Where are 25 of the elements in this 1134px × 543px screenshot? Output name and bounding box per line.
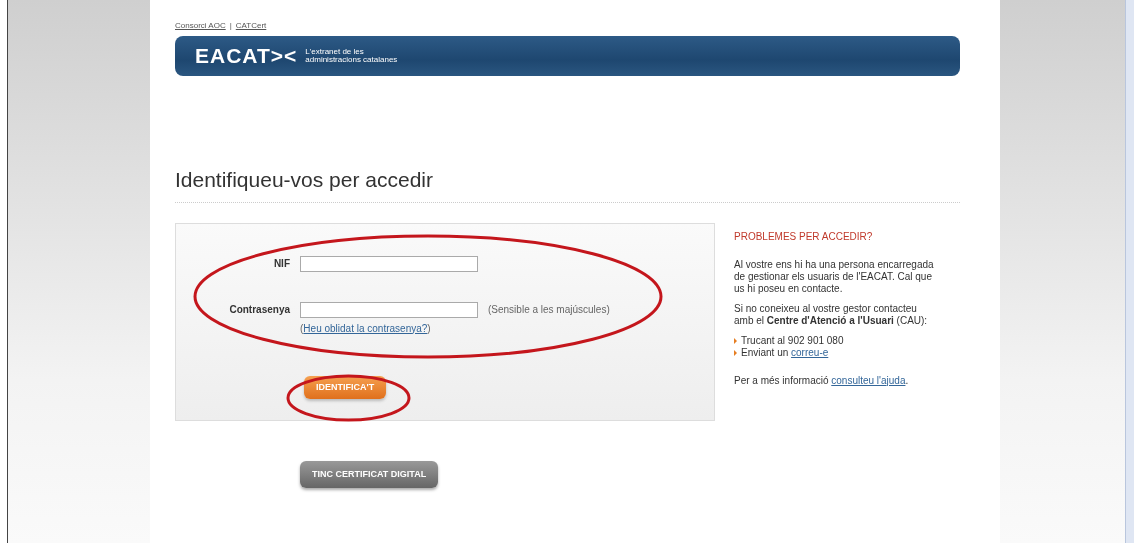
input-field[interactable] [300, 301, 478, 318]
logo: EACAT>< [195, 43, 298, 70]
field-label: NIF [272, 257, 290, 271]
help-paragraph: Si no coneixeu al vostre gestor contacteu amb el Centre d'Atenció a l'Usuari (CAU): [734, 302, 929, 327]
tagline: L'extranet de les [305, 48, 365, 56]
help-paragraph: Al vostre ens hi ha una persona encarregada de gestionar els usuaris de l'EACAT. Cal que us hi poseu en contacte. [734, 258, 935, 295]
certificate-button[interactable]: TINC CERTIFICAT DIGITAL [300, 460, 439, 488]
header-link[interactable]: CATCert [235, 20, 267, 32]
bullet-icon [734, 337, 737, 344]
input-field[interactable] [300, 255, 478, 272]
paren-text: ) [427, 322, 431, 334]
help-option: Trucant al 902 901 080 [741, 334, 844, 347]
field-label: Contrasenya [228, 303, 290, 317]
help-paragraph: Per a més informació consulteu l'ajuda. [734, 374, 910, 387]
help-title: PROBLEMES PER ACCEDIR? [734, 230, 874, 243]
scrollbar[interactable] [1125, 0, 1134, 543]
tagline: administracions catalanes [305, 56, 398, 64]
email-link[interactable]: correu-e [791, 346, 829, 358]
bullet-icon [734, 349, 737, 356]
hint-text: (Sensible a les majúscules) [488, 303, 610, 317]
page-heading: Identifiqueu-vos per accedir [175, 164, 960, 203]
header-link[interactable]: Consorci AOC [175, 20, 226, 32]
paren-text: ( [300, 322, 304, 334]
help-option: Enviant un correu-e [741, 346, 829, 359]
separator: | [229, 20, 232, 32]
